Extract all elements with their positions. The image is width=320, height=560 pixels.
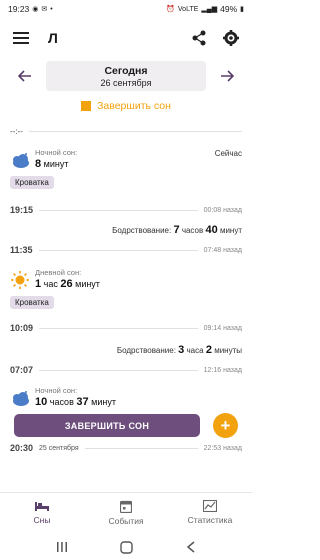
timeline-now-row: --:-- [10,126,242,136]
timeline-divider [28,130,242,132]
previous-day-arrow-icon[interactable] [14,65,36,87]
bed-icon [35,502,49,511]
battery-icon: ▮ [240,6,244,13]
date-navigation: Сегодня 26 сентября [0,60,252,92]
calendar-icon [120,500,132,513]
timeline-placeholder-time: --:-- [10,126,23,136]
timeline-row: 11:35 07:48 назад [10,244,242,256]
timeline-time: 19:15 [10,205,34,215]
location-tag: Кроватка [10,296,54,309]
timeline-row: 20:30 25 сентября 22:53 назад [10,442,242,454]
signal-icon: ▂▄▆ [201,6,218,13]
timeline-divider [38,249,198,251]
timeline-time: 10:09 [10,323,34,333]
more-notifications-icon: • [50,5,53,13]
nav-label: Сны [33,515,51,525]
timeline-time: 07:07 [10,365,34,375]
timeline-ago: 07:48 назад [203,246,242,254]
settings-icon[interactable] [220,27,242,49]
timeline-ago: 12:16 назад [203,366,242,374]
timeline-divider [39,369,198,371]
system-navigation [0,534,252,560]
sleep-type-label: Ночной сон: [35,386,78,395]
finish-sleep-link-label: Завершить сон [97,100,171,112]
night-sleep-icon [13,153,29,168]
stop-square-icon [81,101,92,111]
timeline-ago: 09:14 назад [203,324,242,332]
nav-item-events[interactable]: События [84,493,168,532]
date-title: Сегодня [104,64,148,77]
timeline-row: 19:15 00:08 назад [10,204,242,216]
timeline-divider [39,209,198,211]
sleep-type-label: Ночной сон: [35,148,78,157]
finish-sleep-button[interactable]: ЗАВЕРШИТЬ СОН [14,414,200,437]
status-time: 19:23 [8,4,30,14]
timeline-divider [84,447,198,449]
status-bar: 19:23 ◉ ✉ • ⏰ VoLTE ▂▄▆ 49% ▮ [0,0,252,18]
awake-duration-row: Бодрствование: 7 часов 40 минут [112,224,242,236]
timeline-divider [39,327,198,329]
night-sleep-icon [13,391,29,406]
sleep-card-night-current[interactable]: Ночной сон: 8 минут Сейчас Кроватка [10,148,242,190]
sleep-duration: 8 минут [35,158,69,170]
messenger-icon: ✉ [41,6,48,13]
recent-apps-icon[interactable] [56,541,68,553]
chart-icon [203,500,217,512]
profile-title: Л [48,30,58,46]
timeline-time: 11:35 [10,245,33,255]
sleep-duration: 10 часов 37 минут [35,396,116,408]
location-tag: Кроватка [10,176,54,189]
timeline-ago: 00:08 назад [203,206,242,214]
next-day-arrow-icon[interactable] [216,65,238,87]
nav-item-sleep[interactable]: Сны [0,493,84,532]
app-bar: Л [0,22,252,54]
timeline-row: 07:07 12:16 назад [10,364,242,376]
battery-percent: 49% [220,4,238,14]
bottom-navigation: Сны События Статистика [0,492,252,532]
nav-label: Статистика [187,515,233,525]
sun-icon [11,271,29,289]
timeline-date: 25 сентября [39,444,79,452]
nav-item-statistics[interactable]: Статистика [168,493,252,532]
sleep-duration: 1 час 26 минут [35,278,100,290]
whatsapp-icon: ◉ [32,6,39,13]
share-icon[interactable] [188,27,210,49]
finish-sleep-link[interactable]: Завершить сон [0,98,252,114]
back-icon[interactable] [186,541,196,553]
sleep-card-night-previous[interactable]: Ночной сон: 10 часов 37 минут [10,386,242,408]
date-subtitle: 26 сентября [100,77,152,88]
sleep-card-day[interactable]: Дневной сон: 1 час 26 минут Кроватка [10,268,242,310]
nav-label: События [108,515,144,526]
network-label: VoLTE [177,5,199,13]
menu-icon[interactable] [10,27,32,49]
sleep-end-now: Сейчас [214,149,242,158]
home-icon[interactable] [120,540,134,554]
timeline-row: 10:09 09:14 назад [10,322,242,334]
timeline-time: 20:30 [10,443,34,453]
add-event-fab[interactable]: + [213,413,238,438]
timeline-ago: 22:53 назад [203,444,242,452]
alarm-icon: ⏰ [166,6,175,13]
sleep-type-label: Дневной сон: [35,268,82,277]
date-selector[interactable]: Сегодня 26 сентября [46,61,206,91]
awake-duration-row: Бодрствование: 3 часа 2 минуты [116,344,242,356]
